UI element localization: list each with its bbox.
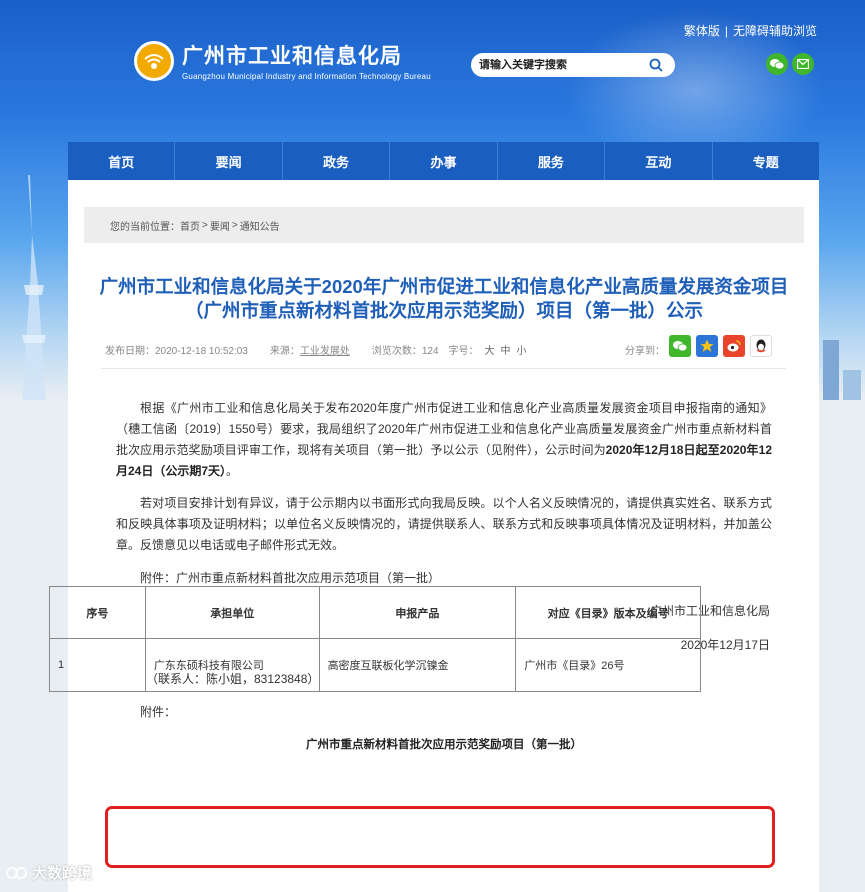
wechat-icon[interactable] <box>766 53 788 75</box>
nav-news[interactable]: 要闻 <box>175 142 283 180</box>
watermark: 大数跨境 <box>6 862 92 883</box>
font-size-large[interactable]: 大 <box>485 342 495 357</box>
date-label: 发布日期： <box>105 345 155 357</box>
nav-services-handling[interactable]: 办事 <box>390 142 498 180</box>
canton-tower-illustration <box>22 175 46 400</box>
cell-index: 1 <box>49 638 146 692</box>
social-links <box>766 53 814 75</box>
share-qq-icon[interactable] <box>750 335 772 357</box>
table-row: 1 广东东硕科技有限公司 高密度互联板化学沉镍金 广州市《目录》26号 <box>49 638 701 692</box>
breadcrumb: 您的当前位置： 首页 > 要闻 > 通知公告 <box>84 207 804 243</box>
paragraph-2: 若对项目安排计划有异议，请于公示期内以书面形式向我局反映。以个人名义反映情况的，… <box>116 496 772 552</box>
divider <box>101 368 786 369</box>
nav-topics[interactable]: 专题 <box>713 142 819 180</box>
breadcrumb-notices[interactable]: 通知公告 <box>240 218 280 233</box>
nav-interaction[interactable]: 互动 <box>605 142 713 180</box>
watermark-logo-icon <box>6 866 27 879</box>
share-wechat-icon[interactable] <box>669 335 691 357</box>
publish-date: 2020-12-18 10:52:03 <box>155 345 248 357</box>
share-icons <box>669 335 772 357</box>
table-title: 广州市重点新材料首批次应用示范奖励项目（第一批） <box>306 739 582 751</box>
article-meta: 发布日期：2020-12-18 10:52:03 来源：工业发展处 浏览次数：1… <box>105 335 781 358</box>
main-nav: 首页 要闻 政务 办事 服务 互动 专题 <box>68 142 819 180</box>
search-box <box>471 53 675 77</box>
search-icon[interactable] <box>649 58 663 72</box>
share-label: 分享到： <box>625 345 665 357</box>
col-header-product: 申报产品 <box>318 586 517 639</box>
attachment-label: 附件： <box>140 705 177 719</box>
nav-services[interactable]: 服务 <box>498 142 606 180</box>
share-weibo-icon[interactable] <box>723 335 745 357</box>
views-label: 浏览次数： <box>371 345 422 357</box>
col-header-index: 序号 <box>49 586 146 639</box>
view-count: 124 <box>421 345 439 357</box>
source-label: 来源： <box>269 345 300 357</box>
nav-government[interactable]: 政务 <box>283 142 391 180</box>
cell-catalog: 广州市《目录》26号 <box>515 638 701 692</box>
cell-company: 广东东硕科技有限公司 <box>144 638 320 692</box>
site-title: 广州市工业和信息化局 <box>182 45 402 68</box>
mail-icon[interactable] <box>792 53 814 75</box>
content-panel: 您的当前位置： 首页 > 要闻 > 通知公告 广州市工业和信息化局关于2020年… <box>68 180 819 892</box>
col-header-company: 承担单位 <box>144 586 320 639</box>
bureau-emblem-icon <box>134 40 174 81</box>
cell-product: 高密度互联板化学沉镍金 <box>318 638 517 692</box>
breadcrumb-home[interactable]: 首页 <box>180 218 200 233</box>
source: 工业发展处 <box>299 345 350 357</box>
project-table: 序号 承担单位 申报产品 对应《目录》版本及编号 1 广东东硕科技有限公司 高密… <box>49 586 701 692</box>
top-links: 繁体版 | 无障碍辅助浏览 <box>683 24 817 38</box>
traditional-chinese-link[interactable]: 繁体版 <box>684 24 720 38</box>
accessibility-link[interactable]: 无障碍辅助浏览 <box>733 24 817 38</box>
font-size-medium[interactable]: 中 <box>501 342 511 357</box>
paragraph-1: 根据《广州市工业和信息化局关于发布2020年度广州市促进工业和信息化产业高质量发… <box>116 401 772 478</box>
share-qzone-icon[interactable] <box>696 335 718 357</box>
table-header-row: 序号 承担单位 申报产品 对应《目录》版本及编号 <box>49 586 701 639</box>
font-size-small[interactable]: 小 <box>517 342 527 357</box>
col-header-catalog: 对应《目录》版本及编号 <box>515 586 701 639</box>
breadcrumb-label: 您的当前位置： <box>110 221 180 233</box>
site-subtitle: Guangzhou Municipal Industry and Informa… <box>182 72 431 81</box>
nav-home[interactable]: 首页 <box>68 142 176 180</box>
highlight-box <box>105 806 775 868</box>
site-logo[interactable]: 广州市工业和信息化局 Guangzhou Municipal Industry … <box>134 40 431 81</box>
font-size-label: 字号： <box>448 345 479 357</box>
article-title: 广州市工业和信息化局关于2020年广州市促进工业和信息化产业高质量发展资金项目（… <box>99 276 789 321</box>
search-input[interactable] <box>479 59 649 71</box>
breadcrumb-news[interactable]: 要闻 <box>210 218 230 233</box>
